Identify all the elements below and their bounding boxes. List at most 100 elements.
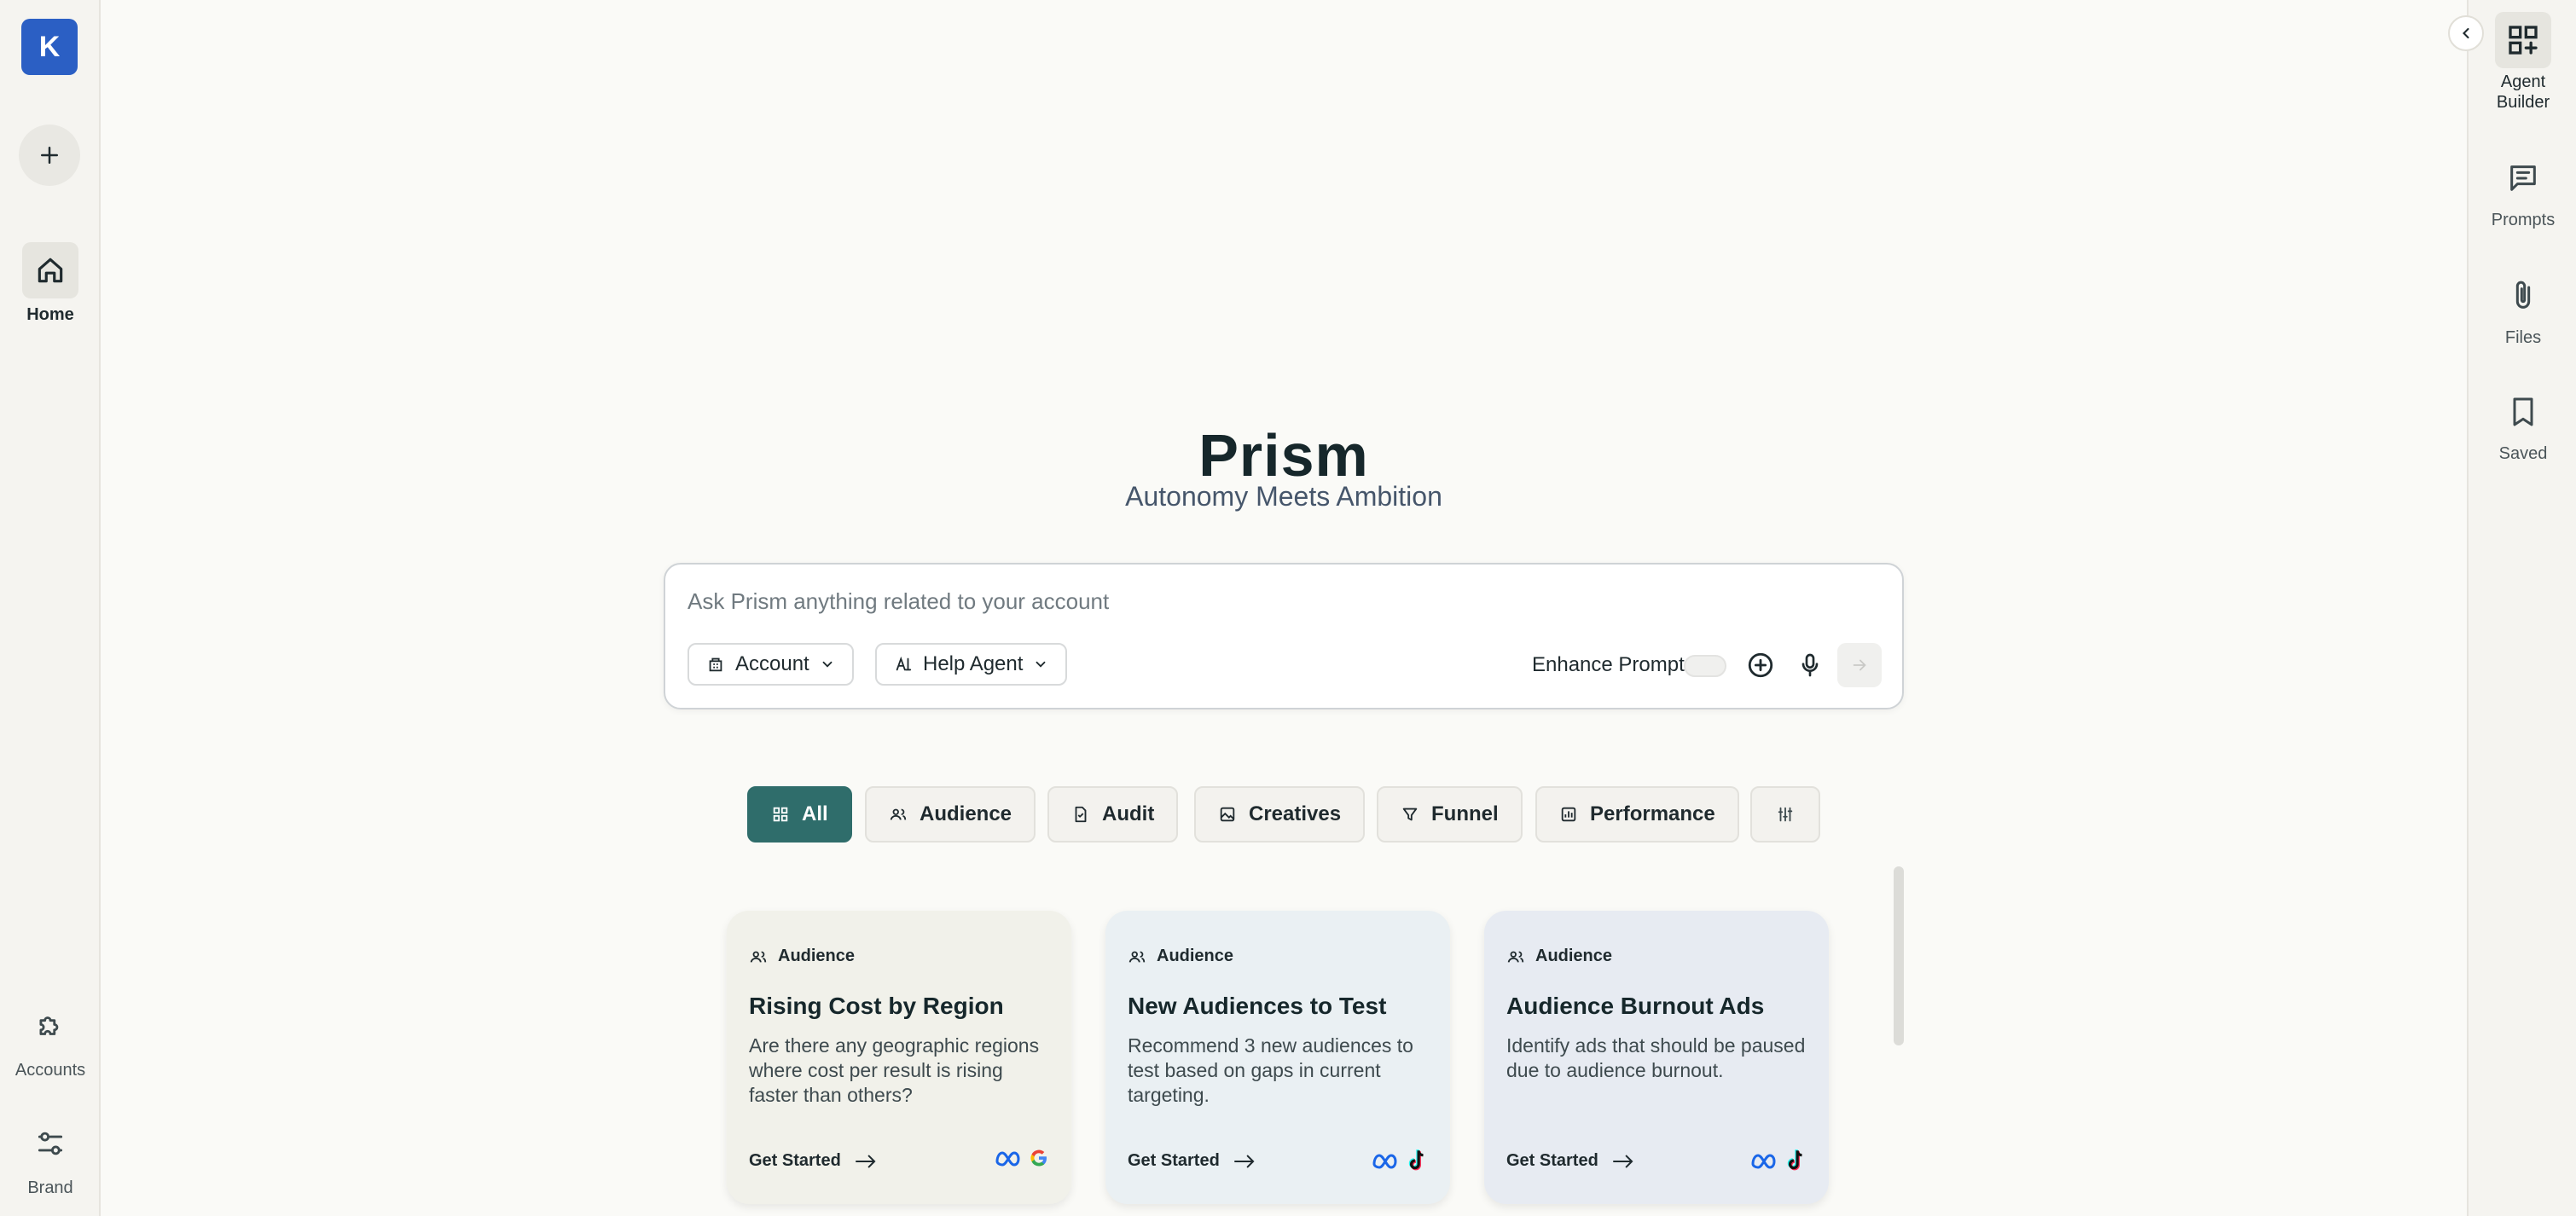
meta-icon (1751, 1154, 1776, 1169)
chevron-down-icon (1036, 661, 1046, 668)
chat-list-icon (2510, 165, 2536, 191)
cta-label: Get Started (1506, 1151, 1598, 1170)
filter-label: Audience (920, 802, 1012, 825)
filter-performance[interactable]: Performance (1535, 786, 1739, 843)
card-tag-label: Audience (778, 947, 856, 965)
filter-funnel[interactable]: Funnel (1377, 786, 1523, 843)
chevron-left-icon (2463, 27, 2469, 39)
filter-audience[interactable]: Audience (865, 786, 1036, 843)
platform-logos (1750, 1148, 1807, 1173)
left-sidebar: K Home Accounts Brand (0, 0, 101, 1216)
app-logo[interactable]: K (21, 19, 78, 75)
people-icon (1507, 951, 1524, 963)
puzzle-icon (39, 1016, 59, 1035)
rail-item-label: Files (2504, 328, 2542, 347)
grid-plus-icon (2509, 26, 2538, 55)
filter-icon (1402, 808, 1418, 821)
tiktok-icon (1787, 1149, 1802, 1171)
send-button[interactable] (1837, 643, 1882, 687)
card-description: Are there any geographic regions where c… (749, 1034, 1040, 1106)
enhance-prompt-label: Enhance Prompt (1532, 653, 1685, 676)
filter-creatives[interactable]: Creatives (1194, 786, 1366, 843)
chevron-down-icon (822, 661, 833, 668)
agent-dropdown[interactable]: Help Agent (875, 643, 1068, 686)
get-started-link[interactable]: Get Started (1128, 1151, 1257, 1171)
logo-letter: K (38, 30, 61, 63)
building-icon (709, 657, 722, 672)
get-started-link[interactable]: Get Started (749, 1151, 879, 1171)
rail-item-files[interactable]: Files (2469, 268, 2576, 348)
filter-label: Performance (1590, 802, 1715, 825)
enhance-prompt-toggle[interactable] (1684, 655, 1726, 677)
page-title: Prism (1198, 422, 1369, 489)
plus-icon (41, 147, 58, 164)
filter-audit[interactable]: Audit (1047, 786, 1179, 843)
rail-item-label: Builder (2496, 93, 2550, 112)
people-icon (750, 951, 767, 963)
page-subtitle: Autonomy Meets Ambition (1125, 481, 1442, 512)
voice-input-button[interactable] (1791, 646, 1829, 684)
ai-icon (896, 656, 912, 671)
people-icon (890, 808, 907, 820)
arrow-right-icon (1612, 1155, 1633, 1167)
new-chat-button[interactable] (19, 124, 80, 186)
platform-logos (995, 1148, 1049, 1168)
filter-label: Creatives (1249, 802, 1342, 825)
filter-all[interactable]: All (747, 786, 852, 843)
card-description: Recommend 3 new audiences to test based … (1128, 1034, 1413, 1106)
nav-item-label: Accounts (15, 1061, 86, 1080)
image-icon (1220, 807, 1235, 822)
prompt-input[interactable]: Ask Prism anything related to your accou… (688, 588, 1109, 615)
meta-icon (995, 1151, 1020, 1167)
nav-item-home[interactable]: Home (0, 242, 101, 325)
card-title: New Audiences to Test (1128, 993, 1387, 1019)
account-dropdown[interactable]: Account (688, 643, 854, 686)
card-tag: Audience (749, 947, 855, 966)
rail-item-label: Agent (2500, 72, 2546, 91)
meta-icon (1372, 1154, 1397, 1169)
card-tag-label: Audience (1157, 947, 1234, 965)
filter-label: All (802, 802, 828, 825)
grid-icon (773, 807, 788, 822)
nav-item-accounts[interactable]: Accounts (0, 998, 101, 1080)
cta-label: Get Started (1128, 1151, 1220, 1170)
card-tag-label: Audience (1535, 947, 1613, 965)
microphone-icon (1801, 653, 1819, 677)
nav-item-brand[interactable]: Brand (0, 1115, 101, 1198)
right-sidebar: Agent Builder Prompts Files Saved (2467, 0, 2576, 1216)
people-icon (1128, 951, 1146, 963)
prompt-card-rising-cost[interactable]: Audience Rising Cost by Region Are there… (727, 911, 1071, 1204)
sliders-icon (38, 1132, 63, 1155)
rail-item-saved[interactable]: Saved (2469, 384, 2576, 464)
attach-button[interactable] (1742, 646, 1779, 684)
nav-item-label: Brand (27, 1178, 73, 1197)
cta-label: Get Started (749, 1151, 841, 1170)
plus-circle-icon (1748, 652, 1773, 678)
home-icon (38, 258, 63, 283)
filter-settings-button[interactable] (1750, 786, 1820, 843)
card-title: Rising Cost by Region (749, 993, 1004, 1019)
arrow-right-icon (855, 1155, 876, 1167)
rail-item-agent-builder[interactable]: Agent Builder (2469, 12, 2576, 113)
nav-item-label: Home (26, 305, 74, 324)
card-title: Audience Burnout Ads (1506, 993, 1765, 1019)
collapse-sidebar-button[interactable] (2448, 15, 2484, 51)
prompt-card-burnout[interactable]: Audience Audience Burnout Ads Identify a… (1484, 911, 1829, 1204)
rail-item-prompts[interactable]: Prompts (2469, 150, 2576, 230)
prompt-composer: Ask Prism anything related to your accou… (664, 563, 1904, 709)
cards-scrollbar[interactable] (1894, 866, 1904, 1045)
chart-icon (1561, 807, 1576, 822)
filter-label: Audit (1102, 802, 1155, 825)
account-dropdown-label: Account (735, 652, 809, 675)
get-started-link[interactable]: Get Started (1506, 1151, 1636, 1171)
agent-dropdown-label: Help Agent (923, 652, 1024, 675)
document-icon (1075, 806, 1087, 823)
prompt-card-new-audiences[interactable]: Audience New Audiences to Test Recommend… (1105, 911, 1450, 1204)
arrow-right-icon (1233, 1155, 1255, 1167)
paperclip-icon (2515, 281, 2531, 309)
rail-item-label: Saved (2498, 444, 2548, 463)
card-tag: Audience (1128, 947, 1233, 966)
bookmark-icon (2513, 397, 2533, 426)
rail-item-label: Prompts (2491, 211, 2556, 229)
card-description: Identify ads that should be paused due t… (1506, 1034, 1806, 1081)
